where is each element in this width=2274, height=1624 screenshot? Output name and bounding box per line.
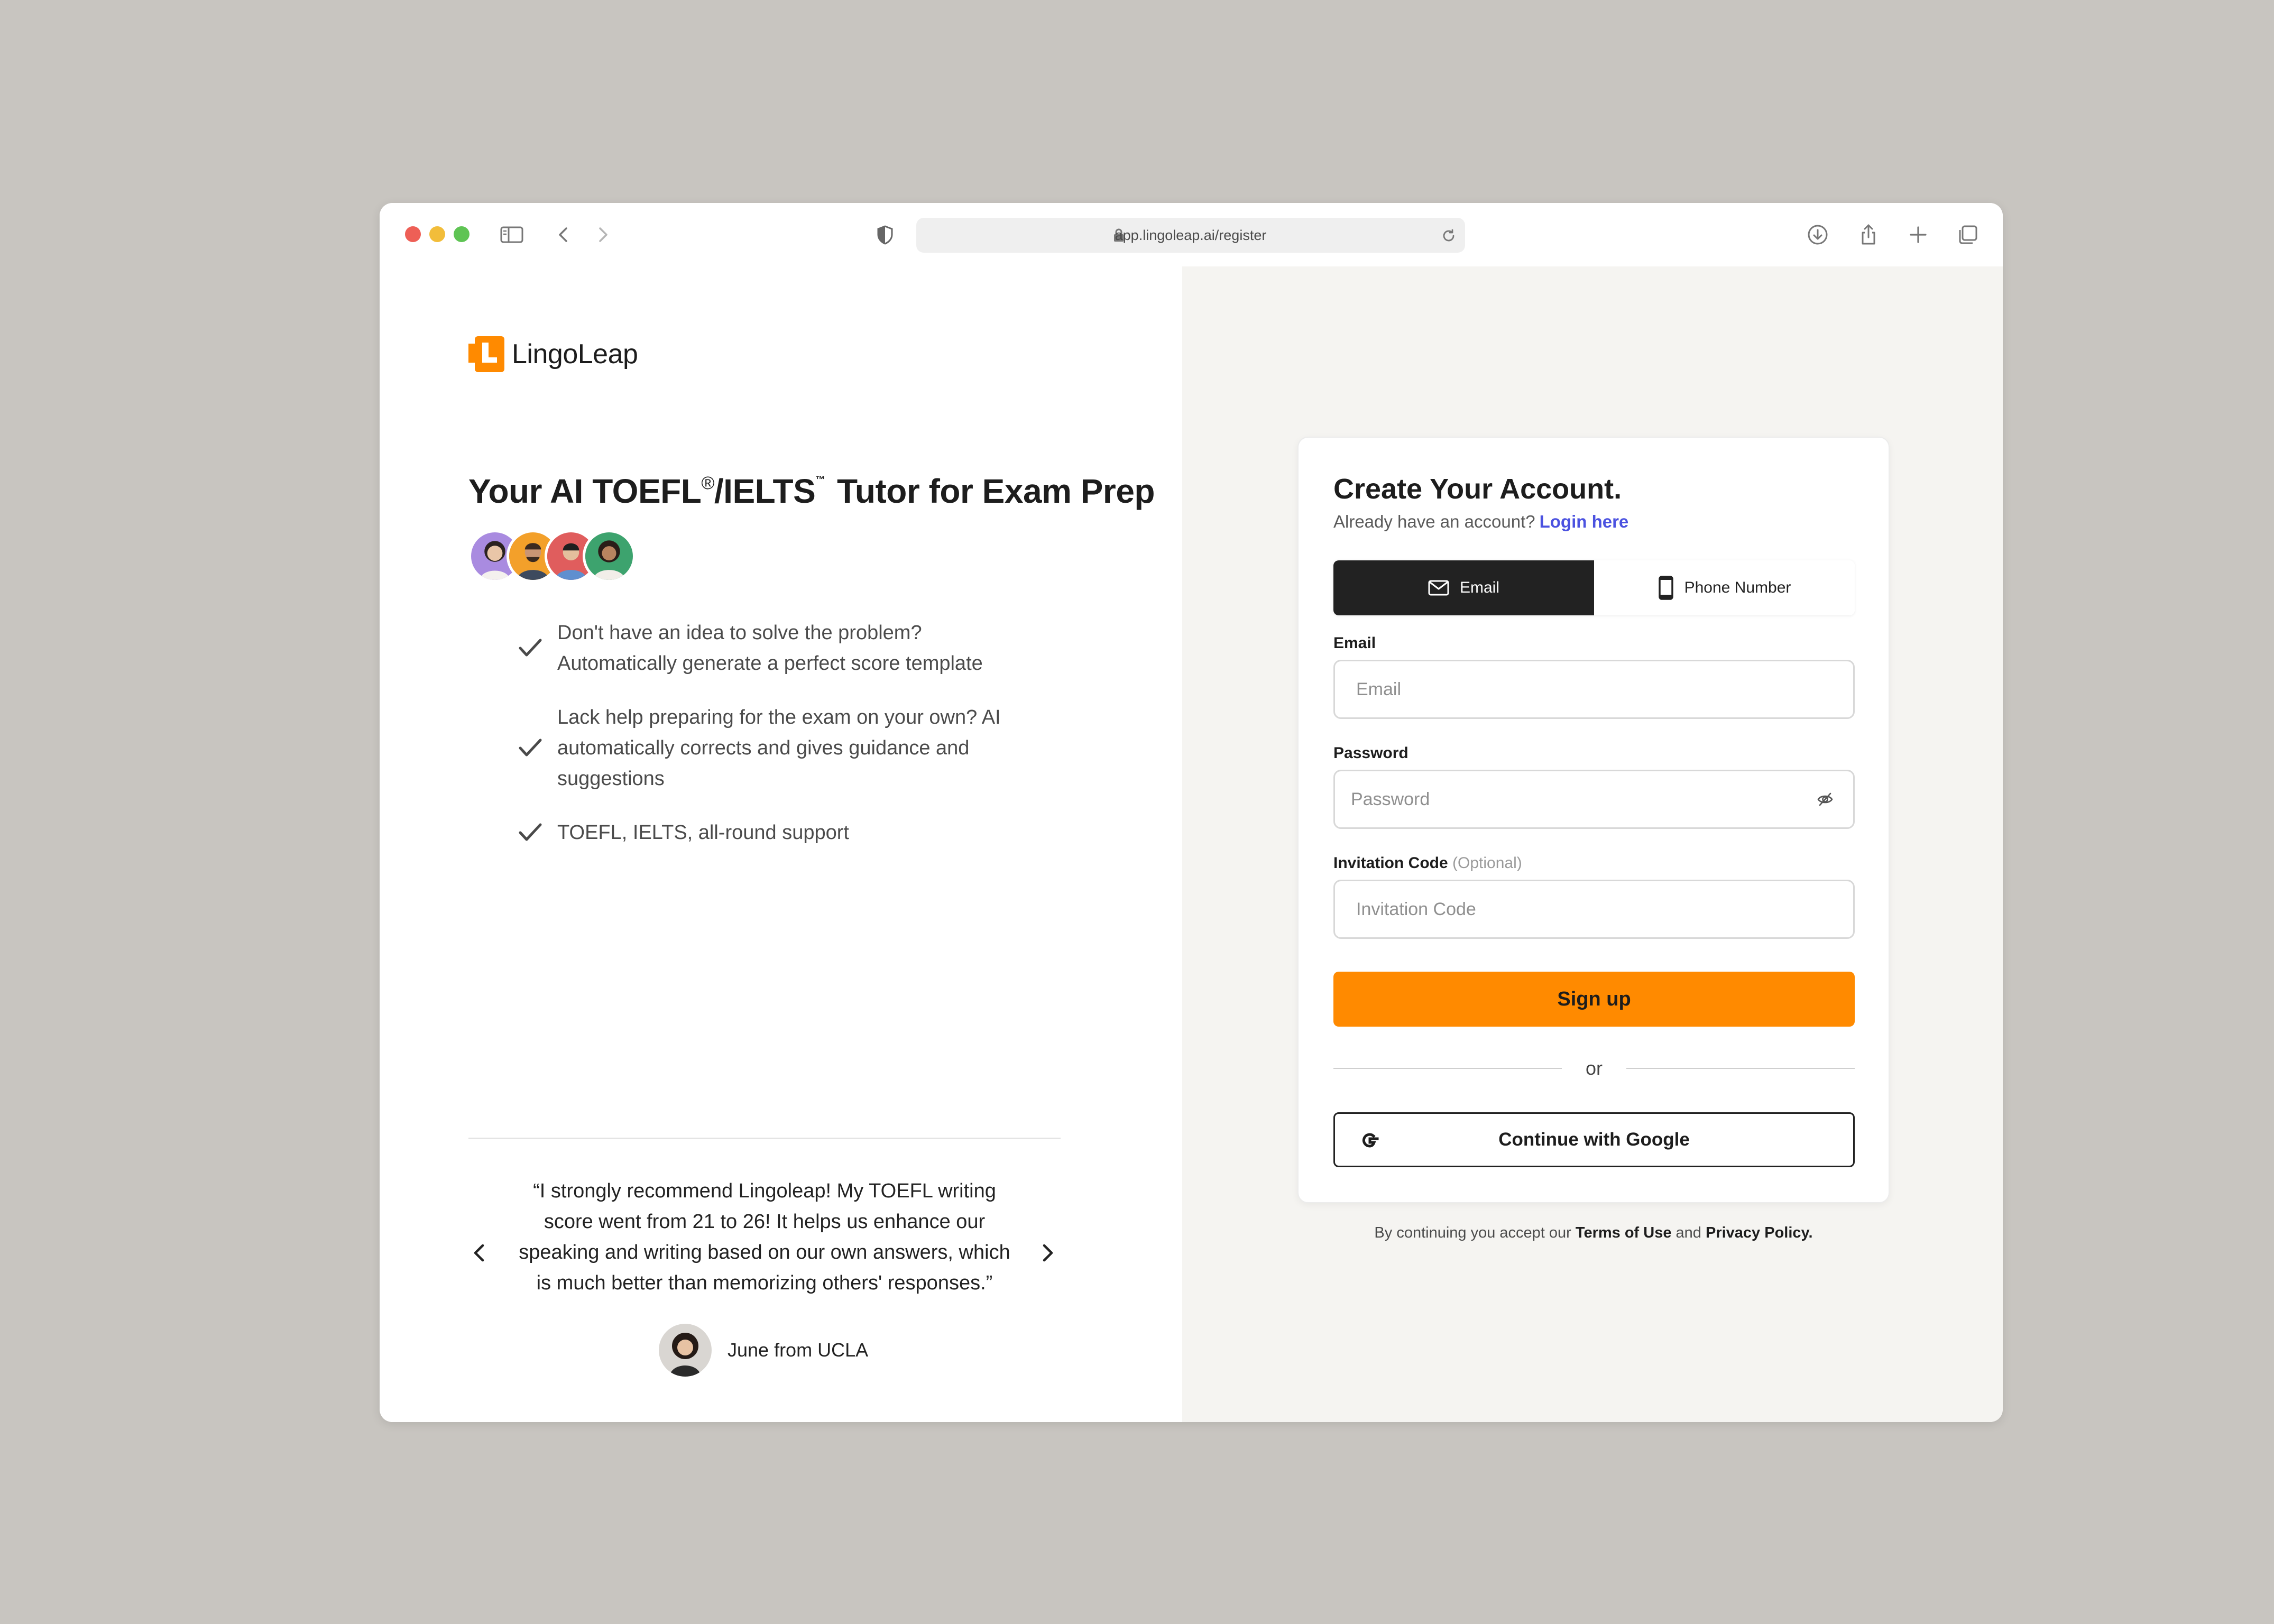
reload-icon[interactable] [1440, 227, 1458, 245]
email-input[interactable] [1356, 661, 1821, 717]
author-name: June from UCLA [728, 1339, 869, 1361]
terms-notice: By continuing you accept our Terms of Us… [1297, 1224, 1890, 1242]
divider-line [1626, 1068, 1855, 1069]
have-account-text: Already have an account? [1333, 512, 1535, 531]
feature-item: Lack help preparing for the exam on your… [517, 702, 1046, 794]
download-icon[interactable] [1804, 221, 1831, 248]
feature-item: Don't have an idea to solve the problem?… [517, 617, 1046, 679]
google-g-icon [1362, 1133, 1379, 1148]
trademark-mark: ™ [815, 474, 825, 485]
feature-text: TOEFL, IELTS, all-round support [557, 822, 849, 844]
password-label: Password [1333, 744, 1408, 762]
signup-method-tabs: Email Phone Number [1333, 560, 1855, 615]
mail-icon [1428, 580, 1449, 596]
checkmark-icon [519, 639, 542, 657]
author-avatar [659, 1324, 712, 1377]
invitation-code-field[interactable] [1333, 880, 1855, 939]
forward-arrow-icon[interactable] [589, 221, 616, 248]
new-tab-plus-icon[interactable] [1904, 221, 1932, 248]
email-label: Email [1333, 634, 1376, 652]
chevron-right-icon [1043, 1244, 1053, 1262]
phone-icon [1658, 576, 1673, 600]
invitation-code-label-text: Invitation Code [1333, 854, 1448, 872]
privacy-shield-icon[interactable] [871, 221, 899, 248]
checkmark-icon [519, 739, 542, 756]
minimize-window-button[interactable] [429, 226, 445, 242]
lingoleap-logo-icon [468, 336, 504, 372]
address-bar[interactable]: app.lingoleap.ai/register [916, 218, 1465, 253]
sign-up-button[interactable]: Sign up [1333, 972, 1855, 1027]
back-arrow-icon[interactable] [550, 221, 577, 248]
url-text: app.lingoleap.ai/register [1115, 227, 1267, 243]
continue-with-google-button[interactable]: Continue with Google [1333, 1112, 1855, 1167]
tab-overview-icon[interactable] [1954, 221, 1982, 248]
password-input[interactable] [1351, 771, 1816, 827]
feature-item: TOEFL, IELTS, all-round support [517, 817, 1046, 848]
next-testimonial-button[interactable] [1037, 1238, 1058, 1268]
password-field[interactable] [1333, 770, 1855, 829]
signup-panel: Create Your Account. Already have an acc… [1182, 266, 2003, 1422]
terms-of-use-link[interactable]: Terms of Use [1576, 1224, 1672, 1241]
or-divider: or [1333, 1055, 1855, 1082]
browser-window: app.lingoleap.ai/register LingoLeap Your… [380, 203, 2003, 1422]
google-button-label: Continue with Google [1498, 1129, 1690, 1150]
hero-title-part3: Tutor for Exam Prep [837, 472, 1155, 510]
share-icon[interactable] [1855, 221, 1882, 248]
brand-name: LingoLeap [512, 339, 638, 370]
eye-slash-icon[interactable] [1816, 790, 1834, 808]
maximize-window-button[interactable] [454, 226, 469, 242]
user-avatar [583, 530, 636, 583]
browser-toolbar: app.lingoleap.ai/register [380, 203, 2003, 266]
section-divider [468, 1138, 1061, 1139]
prev-testimonial-button[interactable] [468, 1238, 490, 1268]
chevron-left-icon [474, 1244, 484, 1262]
hero-headline: Your AI TOEFL®/IELTS™ Tutor for Exam Pre… [468, 472, 1155, 511]
terms-and: and [1675, 1224, 1701, 1241]
brand-logo[interactable]: LingoLeap [468, 336, 638, 372]
email-field[interactable] [1333, 660, 1855, 719]
feature-list: Don't have an idea to solve the problem?… [517, 617, 1046, 871]
feature-text: Lack help preparing for the exam on your… [557, 706, 1001, 790]
marketing-panel: LingoLeap Your AI TOEFL®/IELTS™ Tutor fo… [380, 266, 1182, 1422]
registered-mark: ® [701, 473, 714, 493]
tab-email[interactable]: Email [1333, 560, 1594, 615]
hero-title-part2: /IELTS [714, 472, 816, 510]
login-link[interactable]: Login here [1540, 512, 1629, 531]
testimonial-quote: “I strongly recommend Lingoleap! My TOEF… [519, 1180, 1010, 1294]
invitation-code-label: Invitation Code (Optional) [1333, 854, 1522, 872]
feature-text: Don't have an idea to solve the problem?… [557, 622, 983, 675]
tab-email-label: Email [1459, 579, 1499, 596]
signup-card: Create Your Account. Already have an acc… [1297, 437, 1890, 1203]
sidebar-toggle-icon[interactable] [498, 221, 526, 248]
checkmark-icon [519, 823, 542, 841]
privacy-policy-link[interactable]: Privacy Policy. [1706, 1224, 1813, 1241]
signup-title: Create Your Account. [1333, 473, 1622, 505]
terms-prefix: By continuing you accept our [1374, 1224, 1571, 1241]
close-window-button[interactable] [405, 226, 421, 242]
invitation-code-input[interactable] [1356, 881, 1821, 937]
hero-title-part1: Your AI TOEFL [468, 472, 702, 510]
optional-hint: (Optional) [1452, 854, 1522, 872]
tab-phone-label: Phone Number [1684, 579, 1791, 596]
testimonial-author: June from UCLA [659, 1324, 868, 1377]
tab-phone-number[interactable]: Phone Number [1594, 560, 1855, 615]
login-prompt: Already have an account? Login here [1333, 512, 1628, 532]
